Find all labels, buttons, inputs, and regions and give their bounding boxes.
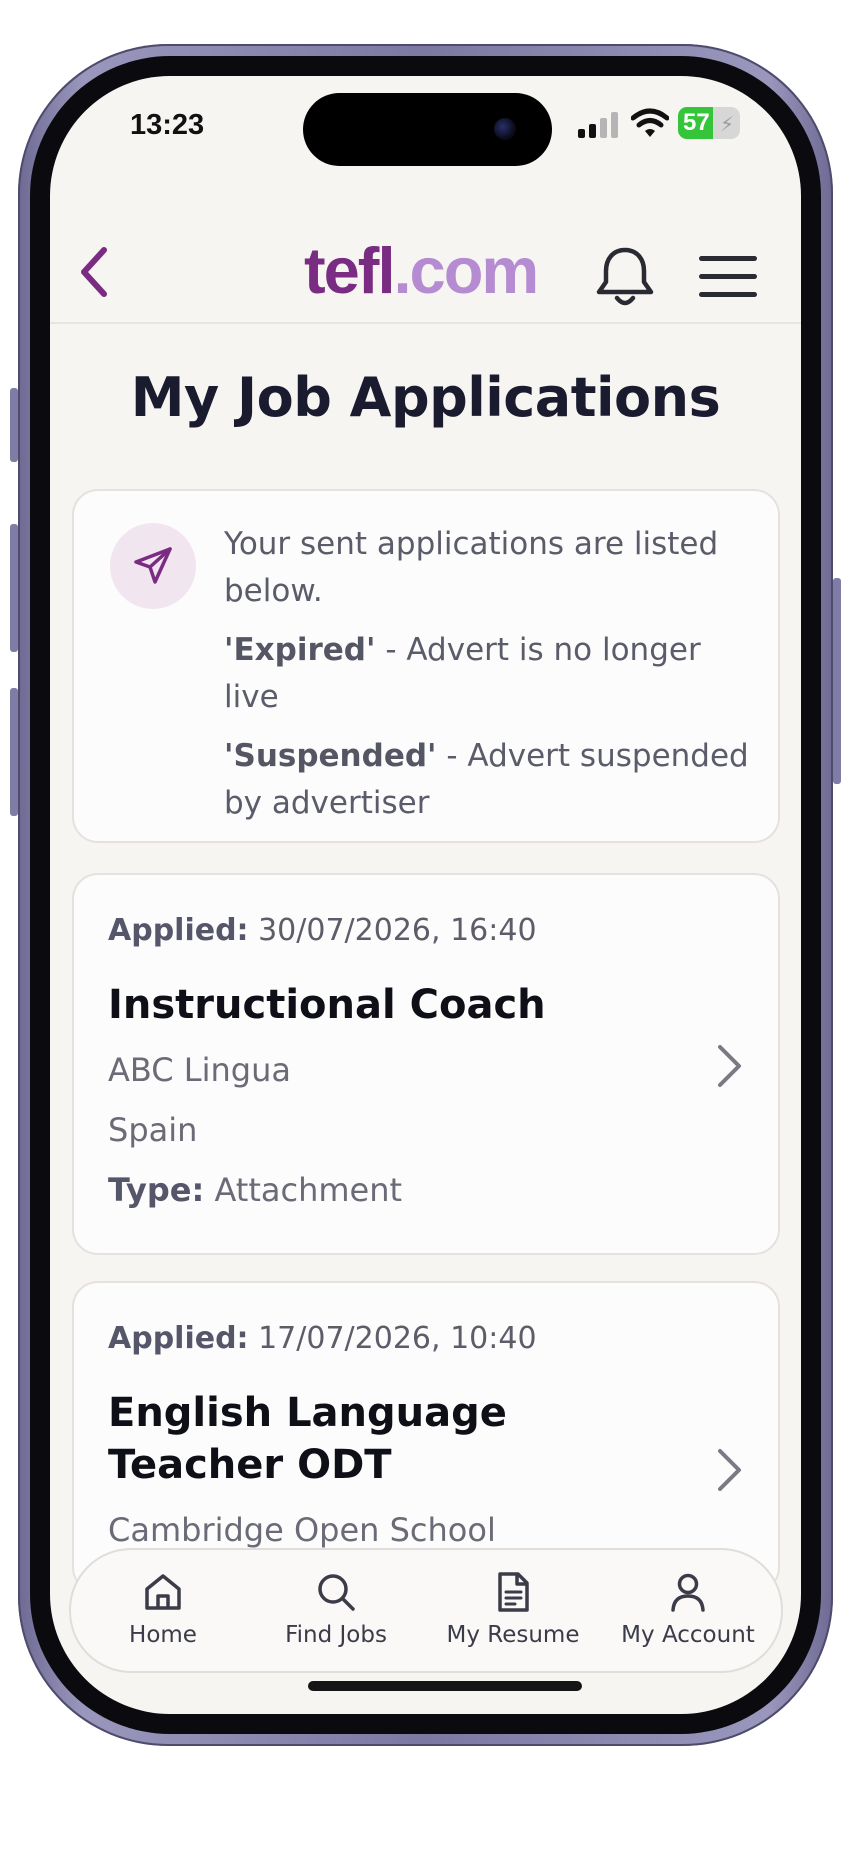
notifications-button[interactable] <box>592 244 658 312</box>
cellular-signal-icon <box>578 112 618 138</box>
brand-logo[interactable]: tefl.com <box>304 234 540 308</box>
battery-indicator: 57 ⚡ <box>678 107 740 139</box>
info-intro: Your sent applications are listed below. <box>224 526 719 609</box>
expired-term: 'Expired' <box>224 632 376 668</box>
applied-date-line: Applied: 30/07/2026, 16:40 <box>108 913 537 948</box>
app-header: tefl.com <box>50 194 801 324</box>
search-icon <box>318 1574 355 1611</box>
dynamic-island <box>303 93 552 166</box>
nav-find-jobs[interactable]: Find Jobs <box>251 1566 421 1658</box>
applied-date-line: Applied: 17/07/2026, 10:40 <box>108 1321 537 1356</box>
nav-my-account[interactable]: My Account <box>603 1566 773 1658</box>
application-card[interactable]: Applied: 30/07/2026, 16:40 Instructional… <box>72 873 780 1255</box>
nav-home[interactable]: Home <box>78 1566 248 1658</box>
type-label: Type: <box>108 1171 205 1209</box>
applied-date: 30/07/2026, 16:40 <box>248 913 537 948</box>
applied-label: Applied: <box>108 1321 249 1356</box>
company-name: ABC Lingua <box>108 1051 291 1089</box>
job-title: Instructional Coach <box>108 982 546 1028</box>
back-button[interactable] <box>72 242 116 302</box>
device-stage: 13:23 57 ⚡ tefl.com My Job Applications … <box>0 0 851 1849</box>
applied-date: 17/07/2026, 10:40 <box>248 1321 537 1356</box>
suspended-term: 'Suspended' <box>224 738 437 774</box>
bottom-navigation: Home Find Jobs My Resume My Account <box>69 1548 783 1673</box>
info-icon-badge <box>110 523 196 609</box>
nav-my-resume-label: My Resume <box>446 1622 580 1648</box>
info-card: Your sent applications are listed below.… <box>72 489 780 843</box>
bell-icon <box>596 247 654 306</box>
charging-bolt-icon: ⚡ <box>720 112 735 136</box>
nav-find-jobs-label: Find Jobs <box>285 1622 387 1648</box>
chevron-right-icon <box>718 1449 741 1491</box>
job-location: Spain <box>108 1111 198 1149</box>
power-button <box>833 578 841 784</box>
company-name: Cambridge Open School <box>108 1511 496 1549</box>
chevron-right-icon <box>718 1045 741 1087</box>
menu-button[interactable] <box>694 252 764 302</box>
volume-down-button <box>10 688 18 816</box>
hamburger-menu-icon <box>699 256 757 297</box>
wifi-icon <box>631 108 669 137</box>
nav-my-account-label: My Account <box>621 1622 755 1648</box>
info-expired-line: 'Expired' - Advert is no longer live <box>224 627 759 721</box>
user-icon <box>671 1573 705 1612</box>
logo-part-tefl: tefl <box>304 234 395 307</box>
home-icon <box>145 1574 181 1610</box>
job-title: English Language Teacher ODT <box>108 1390 507 1488</box>
applied-label: Applied: <box>108 913 249 948</box>
application-type-line: Type: Attachment <box>108 1171 402 1209</box>
chevron-left-icon <box>81 247 107 297</box>
paper-plane-icon <box>134 547 172 584</box>
action-button <box>10 388 18 462</box>
nav-home-label: Home <box>129 1622 197 1648</box>
app-screen: 13:23 57 ⚡ tefl.com My Job Applications … <box>50 76 801 1714</box>
nav-my-resume[interactable]: My Resume <box>428 1566 598 1658</box>
logo-part-com: .com <box>393 234 540 307</box>
volume-up-button <box>10 524 18 652</box>
type-value: Attachment <box>204 1171 403 1209</box>
page-title: My Job Applications <box>130 366 721 429</box>
document-icon <box>498 1572 529 1612</box>
info-text: Your sent applications are listed below.… <box>224 521 759 839</box>
battery-percent: 57 <box>683 109 710 136</box>
front-camera <box>494 118 516 140</box>
home-indicator[interactable] <box>308 1681 582 1691</box>
status-time: 13:23 <box>130 109 205 141</box>
info-suspended-line: 'Suspended' - Advert suspended by advert… <box>224 733 759 827</box>
application-card[interactable]: Applied: 17/07/2026, 10:40 English Langu… <box>72 1281 780 1593</box>
